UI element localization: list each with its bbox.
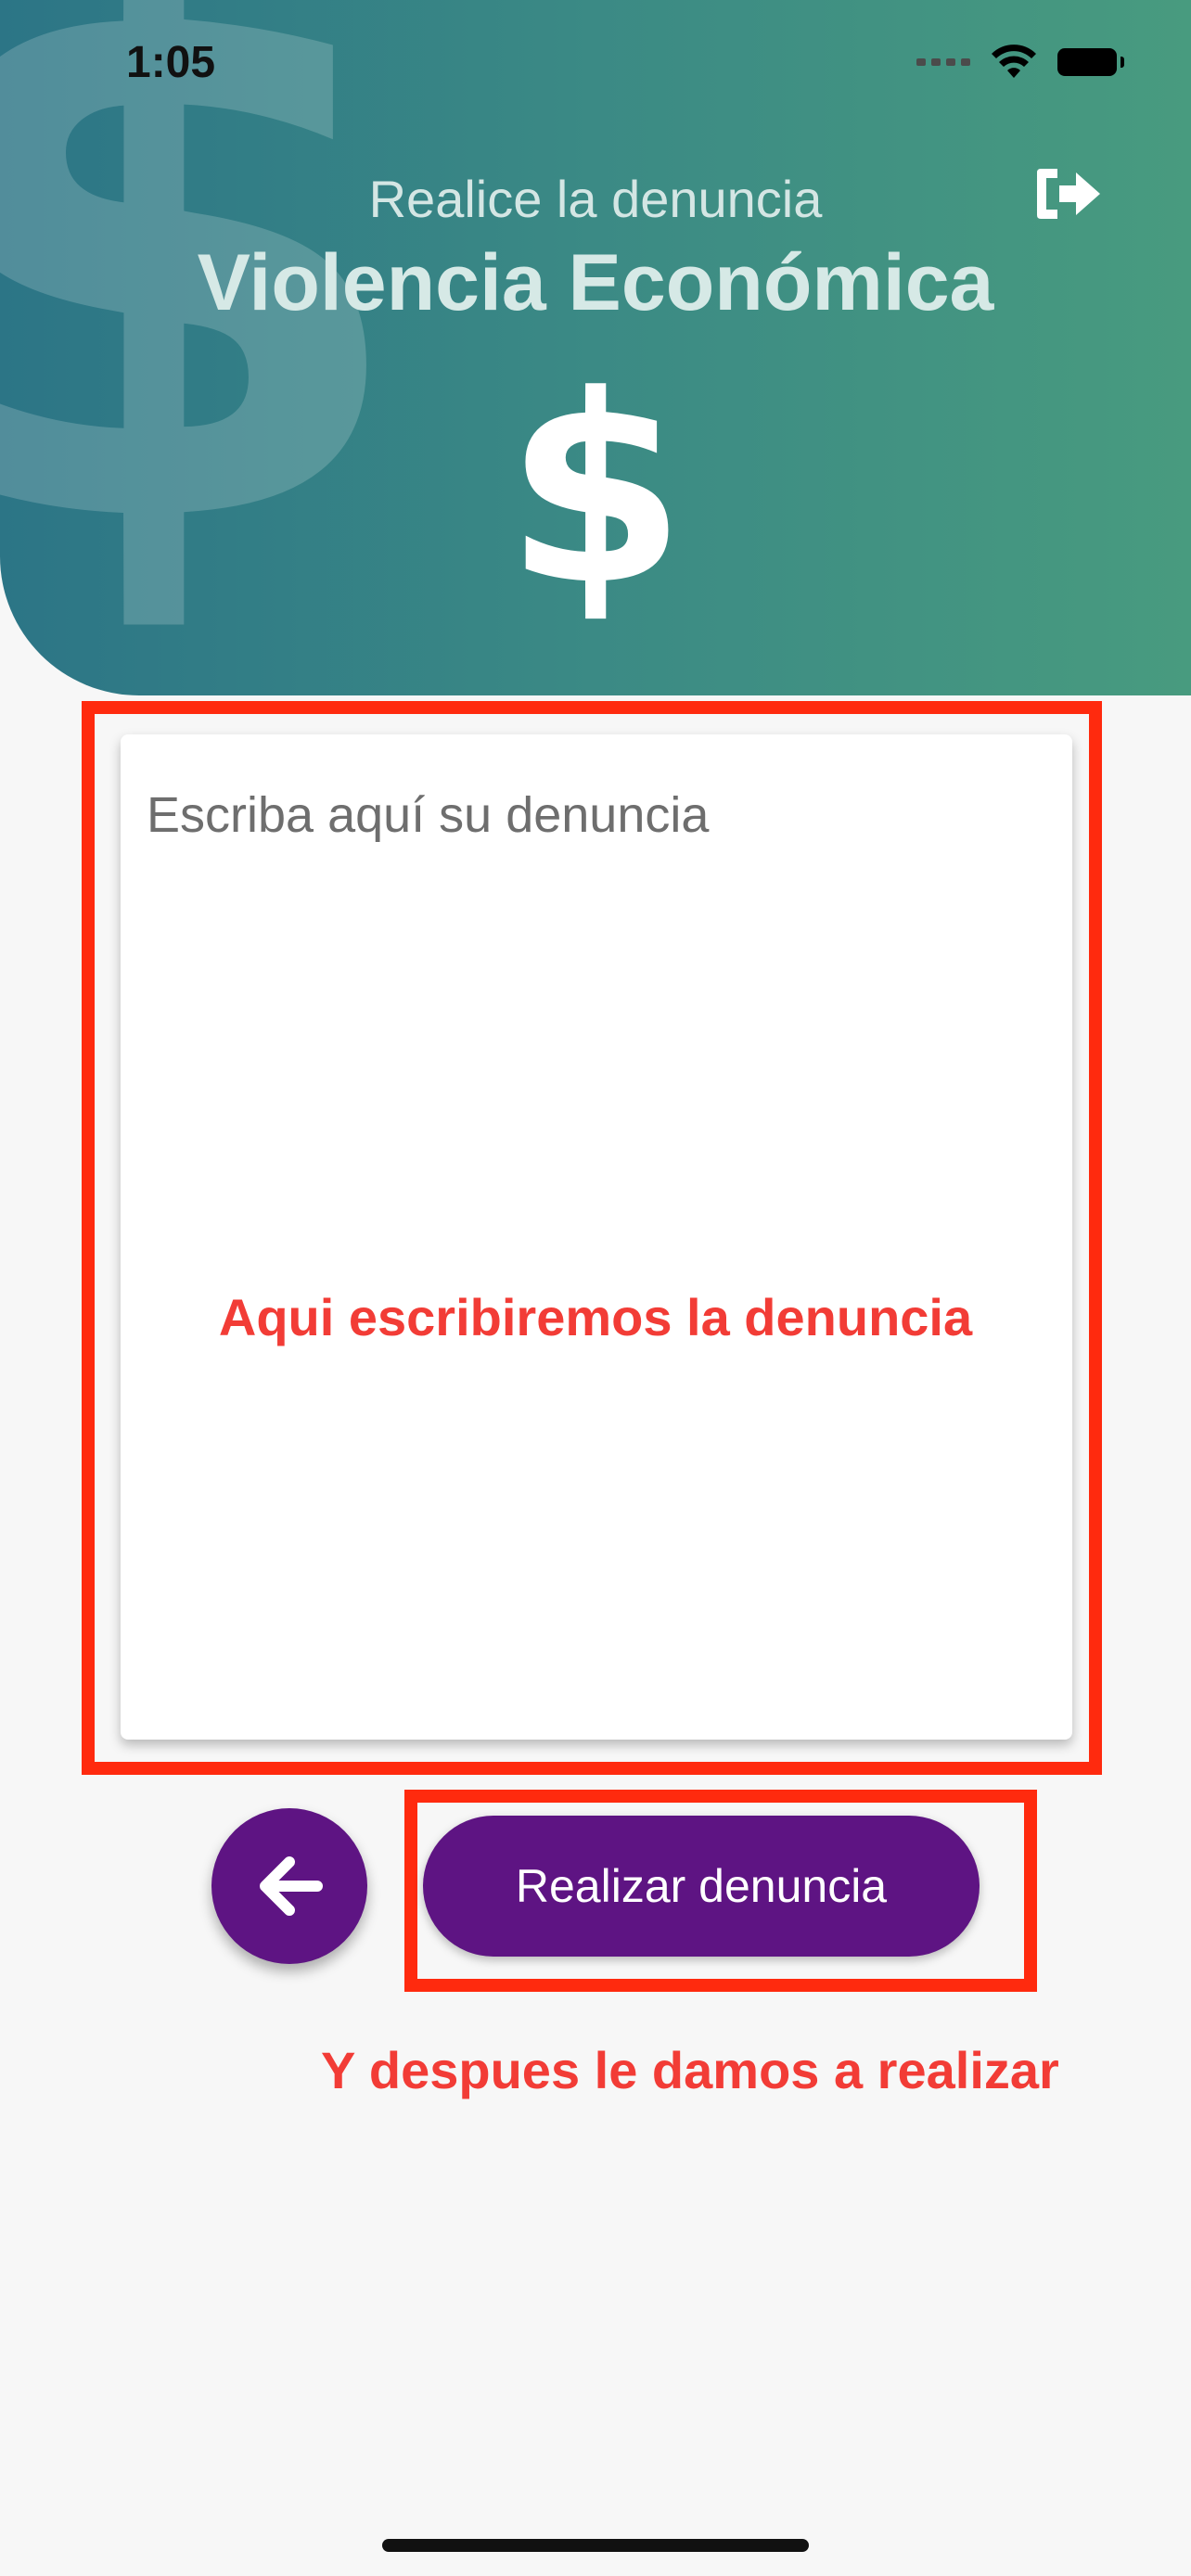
logout-icon[interactable] bbox=[1031, 165, 1104, 223]
complaint-card bbox=[121, 734, 1072, 1740]
annotation-textarea-note: Aqui escribiremos la denuncia bbox=[218, 1288, 973, 1346]
complaint-textarea[interactable] bbox=[121, 734, 1072, 1740]
arrow-left-icon bbox=[260, 1856, 323, 1916]
battery-icon bbox=[1057, 48, 1124, 76]
dollar-icon: $ bbox=[505, 340, 686, 643]
page-title: Violencia Económica bbox=[197, 238, 994, 327]
back-button[interactable] bbox=[211, 1808, 367, 1964]
header-banner: $ 1:05 Realice la denuncia Violencia Eco… bbox=[0, 0, 1191, 695]
page-subtitle: Realice la denuncia bbox=[368, 170, 823, 228]
submit-complaint-button[interactable]: Realizar denuncia bbox=[423, 1816, 980, 1957]
status-time: 1:05 bbox=[126, 38, 216, 87]
status-icons bbox=[916, 45, 1124, 80]
annotation-submit-note: Y despues le damos a realizar bbox=[321, 2041, 1059, 2099]
home-indicator[interactable] bbox=[382, 2539, 809, 2552]
cellular-signal-icon bbox=[916, 58, 970, 66]
wifi-icon bbox=[992, 45, 1036, 78]
